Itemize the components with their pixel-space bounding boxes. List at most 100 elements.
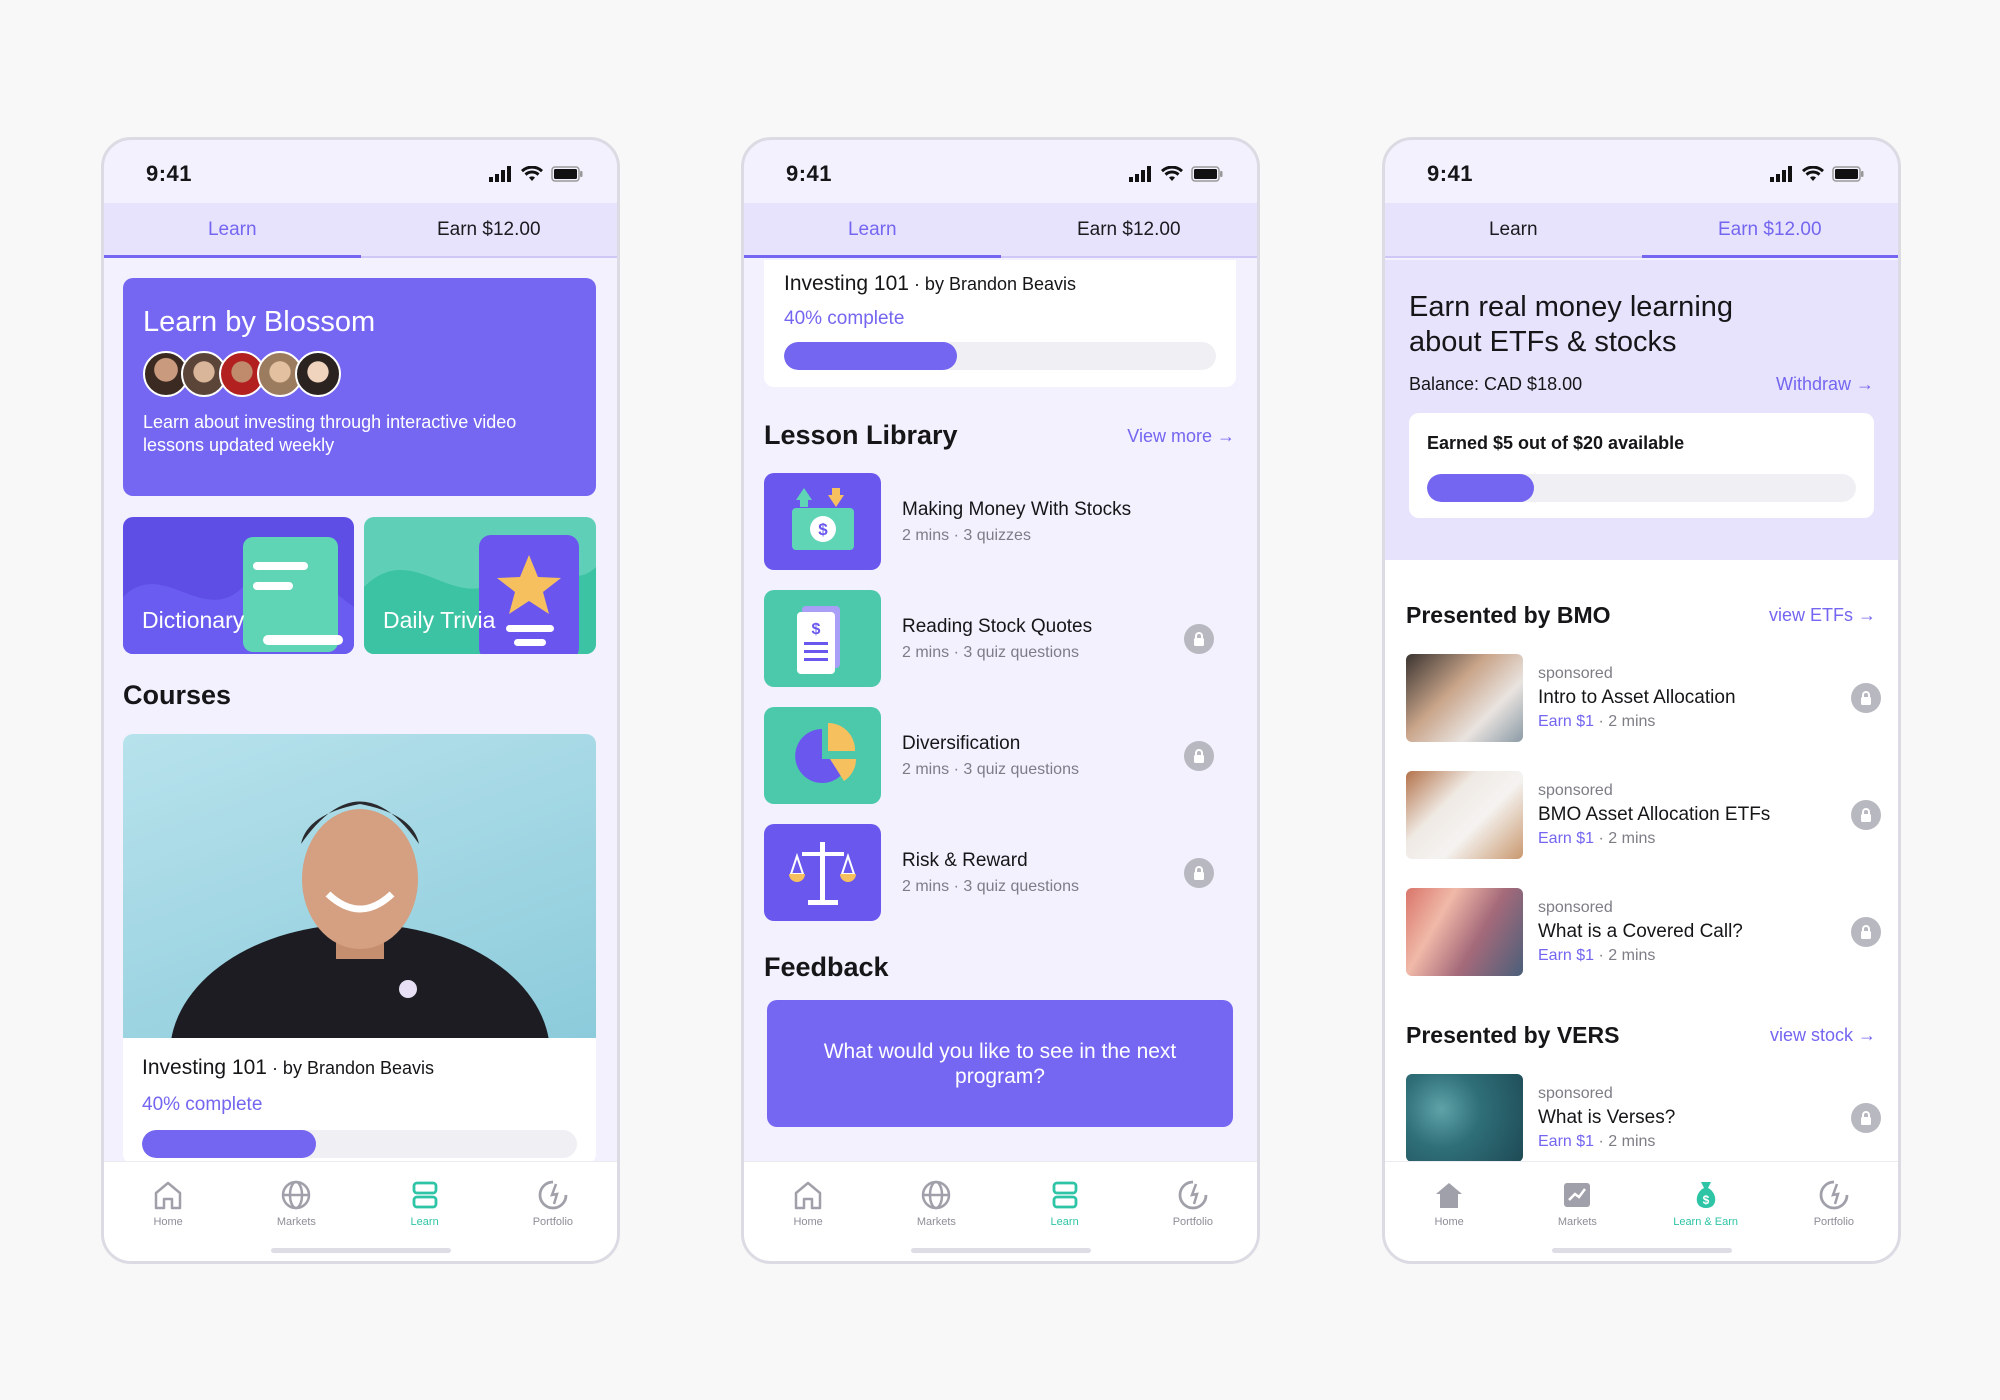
lesson-title: Risk & Reward [902, 849, 1028, 871]
feedback-heading: Feedback [764, 952, 889, 982]
lesson-item[interactable]: Diversification 2 mins · 3 quiz question… [764, 707, 1214, 804]
sponsored-item[interactable]: sponsored BMO Asset Allocation ETFs Earn… [1406, 771, 1881, 859]
lock-icon [1851, 917, 1881, 947]
vers-heading: Presented by VERS [1406, 1022, 1620, 1048]
item-meta: Earn $1 · 2 mins [1538, 1133, 1851, 1151]
nav-portfolio-label: Portfolio [1813, 1216, 1855, 1228]
dictionary-tile[interactable]: Dictionary [123, 517, 354, 654]
earned-progress-bar [1427, 474, 1856, 502]
lock-icon [1184, 740, 1214, 771]
daily-trivia-tile[interactable]: Daily Trivia [364, 517, 596, 654]
learn-content: Learn by Blossom Learn about investing t… [104, 260, 617, 1161]
item-thumbnail [1406, 888, 1523, 976]
nav-portfolio[interactable]: Portfolio [1770, 1162, 1898, 1261]
lock-icon [1184, 623, 1214, 654]
tab-learn[interactable]: Learn [744, 203, 1001, 258]
pie-chart-icon [795, 723, 857, 783]
course-progress-fill [784, 342, 957, 370]
sponsored-item[interactable]: sponsored Intro to Asset Allocation Earn… [1406, 654, 1881, 742]
scale-icon [789, 842, 856, 905]
nav-learn-earn-label: Learn & Earn [1673, 1216, 1739, 1228]
course-author: · by Brandon Beavis [908, 274, 1077, 294]
avatar-group [143, 351, 576, 397]
signal-icon [1770, 166, 1792, 182]
item-title: What is a Covered Call? [1538, 921, 1743, 942]
nav-learn[interactable]: Learn [1001, 1162, 1129, 1261]
nav-portfolio[interactable]: Portfolio [489, 1162, 617, 1261]
nav-home[interactable]: Home [744, 1162, 872, 1261]
nav-markets[interactable]: Markets [872, 1162, 1000, 1261]
nav-learn-label: Learn [410, 1216, 439, 1228]
view-stock-link[interactable]: view stock → [1770, 1025, 1876, 1046]
status-time: 9:41 [786, 161, 833, 186]
nav-markets[interactable]: Markets [1513, 1162, 1641, 1261]
sponsored-tag: sponsored [1538, 665, 1613, 682]
item-meta: Earn $1 · 2 mins [1538, 830, 1851, 848]
battery-icon [1832, 166, 1864, 182]
nav-learn[interactable]: Learn [361, 1162, 489, 1261]
tab-earn[interactable]: Earn $12.00 [361, 203, 618, 256]
learn-icon [1052, 1181, 1078, 1209]
earn-amount: Earn $1 [1538, 1133, 1595, 1150]
item-duration: · 2 mins [1594, 1133, 1656, 1150]
course-progress-text: 40% complete [784, 308, 905, 329]
nav-portfolio[interactable]: Portfolio [1129, 1162, 1257, 1261]
item-title: Intro to Asset Allocation [1538, 687, 1736, 708]
learn-icon [412, 1181, 438, 1209]
tab-learn[interactable]: Learn [104, 203, 361, 258]
bottom-nav: Home Markets Learn Portfolio [104, 1161, 617, 1261]
status-bar: 9:41 [1427, 156, 1864, 192]
nav-home[interactable]: Home [1385, 1162, 1513, 1261]
tab-learn[interactable]: Learn [1385, 203, 1642, 256]
lesson-meta: 2 mins · 3 quiz questions [902, 643, 1079, 661]
withdraw-link[interactable]: Withdraw → [1776, 374, 1874, 395]
daily-trivia-label: Daily Trivia [383, 607, 496, 633]
lock-icon [1851, 683, 1881, 713]
sponsored-item[interactable]: sponsored What is a Covered Call? Earn $… [1406, 888, 1881, 976]
wifi-icon [1802, 166, 1824, 181]
item-meta: Earn $1 · 2 mins [1538, 713, 1851, 731]
sponsored-tag: sponsored [1538, 899, 1613, 916]
status-time: 9:41 [1427, 161, 1474, 186]
earned-card: Earned $5 out of $20 available [1409, 413, 1874, 518]
course-progress-bar [784, 342, 1216, 370]
lesson-item[interactable]: $ Making Money With Stocks 2 mins · 3 qu… [764, 473, 1214, 570]
feedback-button[interactable]: What would you like to see in the next p… [767, 1000, 1233, 1127]
item-duration: · 2 mins [1594, 947, 1656, 964]
money-icon: $ [792, 488, 854, 550]
item-thumbnail [1406, 654, 1523, 742]
lesson-meta: 2 mins · 3 quiz questions [902, 760, 1079, 778]
nav-markets[interactable]: Markets [232, 1162, 360, 1261]
top-tabs: Learn Earn $12.00 [1385, 203, 1898, 258]
hero-card[interactable]: Learn by Blossom Learn about investing t… [123, 278, 596, 496]
wifi-icon [1161, 166, 1183, 181]
lock-icon [1184, 857, 1214, 888]
signal-icon [489, 166, 511, 182]
lesson-item[interactable]: Risk & Reward 2 mins · 3 quiz questions [764, 824, 1214, 921]
course-progress-fill [142, 1130, 316, 1158]
course-progress-card[interactable]: Investing 101 · by Brandon Beavis 40% co… [764, 260, 1236, 387]
phone-lesson-library-screen: 9:41 Learn Earn $12.00 Investing 101 · b… [741, 137, 1260, 1264]
nav-learn-earn[interactable]: $ Learn & Earn [1642, 1162, 1770, 1261]
view-etfs-link[interactable]: view ETFs → [1769, 605, 1876, 626]
nav-home[interactable]: Home [104, 1162, 232, 1261]
nav-portfolio-label: Portfolio [1172, 1216, 1214, 1228]
tab-earn[interactable]: Earn $12.00 [1001, 203, 1258, 256]
tab-earn[interactable]: Earn $12.00 [1641, 203, 1899, 258]
portfolio-icon [1178, 1180, 1208, 1210]
markets-chart-icon [1564, 1183, 1591, 1207]
portfolio-icon [538, 1180, 568, 1210]
lesson-meta: 2 mins · 3 quiz questions [902, 877, 1079, 895]
sponsored-tag: sponsored [1538, 782, 1613, 799]
view-more-link[interactable]: View more → [1127, 426, 1235, 447]
top-tabs: Learn Earn $12.00 [744, 203, 1257, 258]
item-thumbnail [1406, 1074, 1523, 1161]
course-title: Investing 101 · by Brandon Beavis [142, 1056, 577, 1080]
wifi-icon [521, 166, 543, 181]
sponsored-item[interactable]: sponsored What is Verses? Earn $1 · 2 mi… [1406, 1074, 1881, 1161]
course-card[interactable]: Investing 101 · by Brandon Beavis 40% co… [123, 734, 596, 1161]
home-indicator [270, 1248, 451, 1253]
money-bag-icon: $ [1696, 1182, 1715, 1208]
lesson-item[interactable]: $ Reading Stock Quotes 2 mins · 3 quiz q… [764, 590, 1214, 687]
item-duration: · 2 mins [1594, 713, 1656, 730]
